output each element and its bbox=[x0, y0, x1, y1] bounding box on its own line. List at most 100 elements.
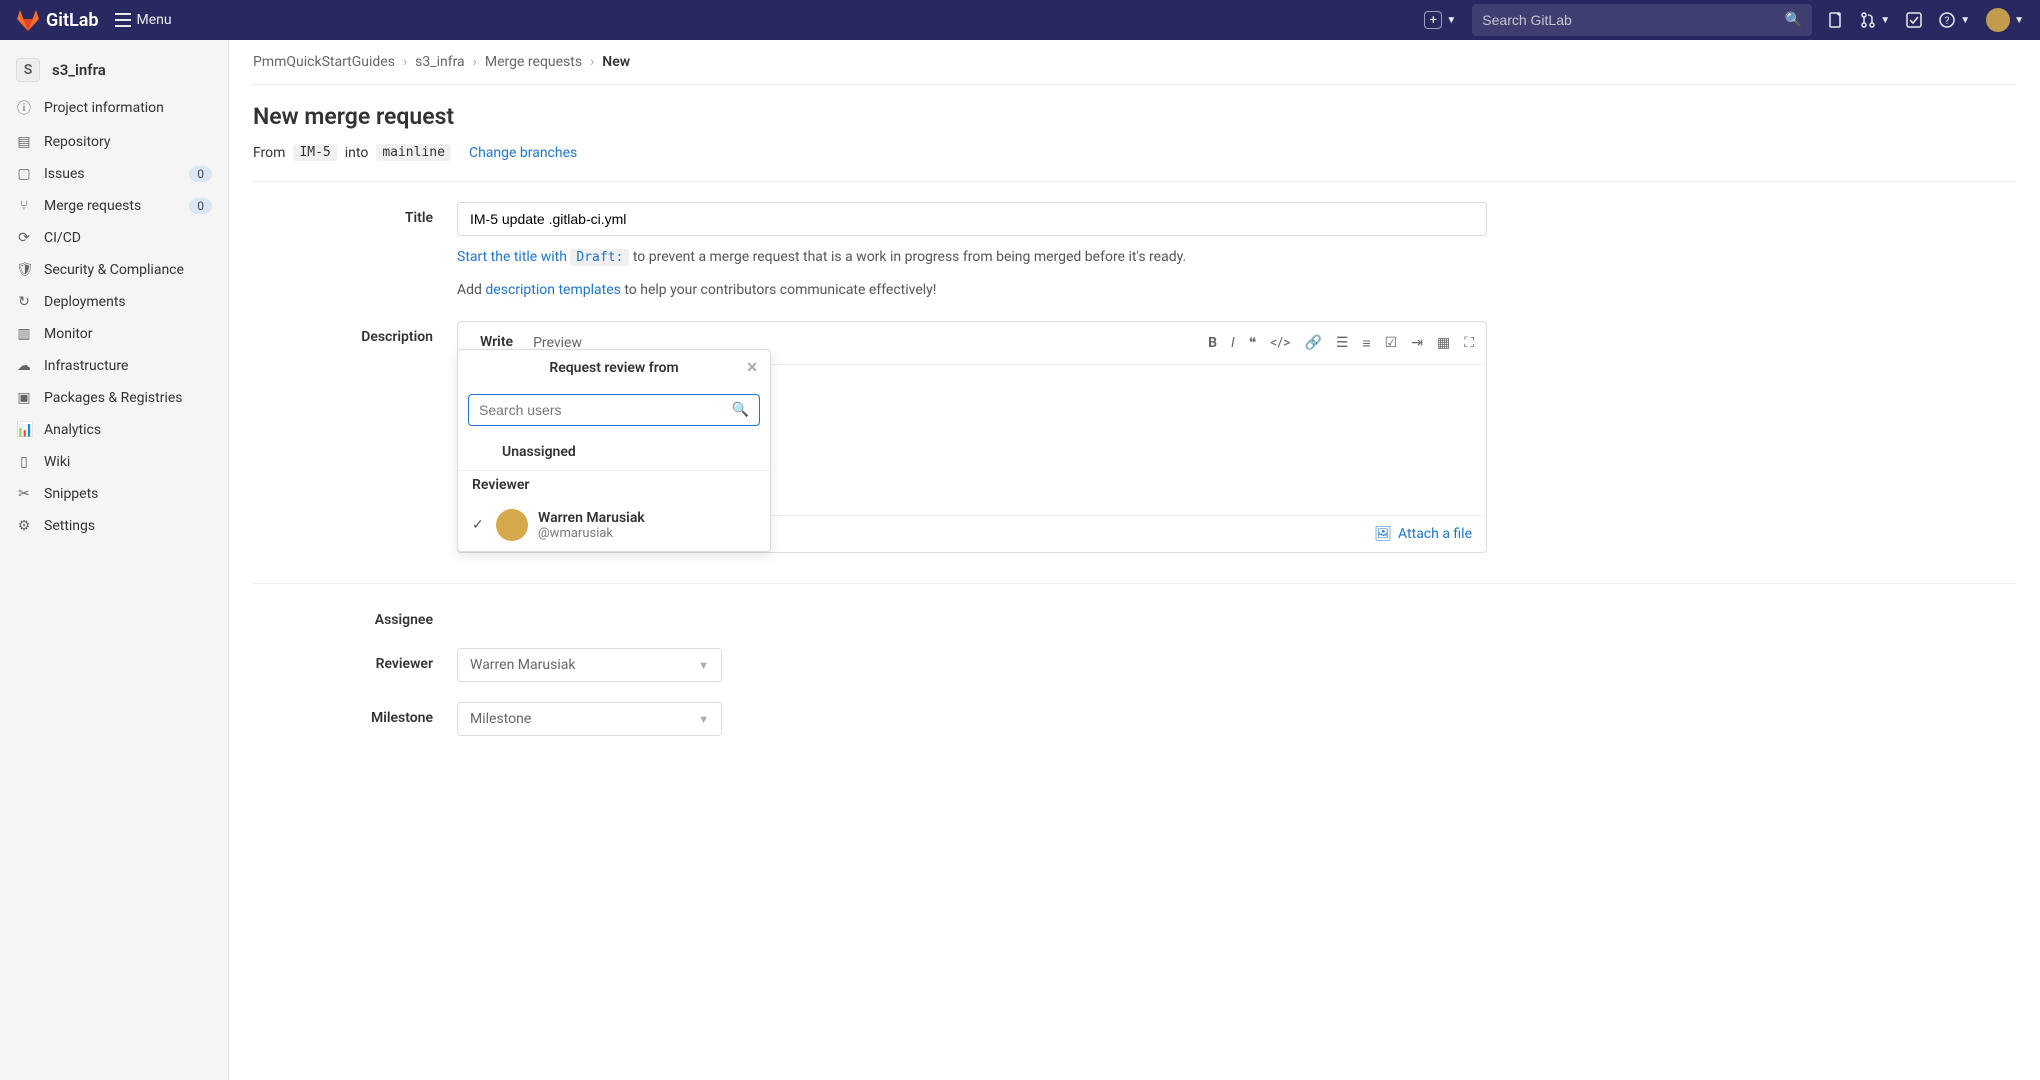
sidebar-item-repository[interactable]: ▤Repository bbox=[0, 126, 228, 158]
check-square-icon bbox=[1906, 12, 1922, 28]
document-icon bbox=[1828, 12, 1844, 28]
branch-info-line: From IM-5 into mainline Change branches bbox=[253, 144, 2016, 182]
sidebar-item-settings[interactable]: ⚙Settings bbox=[0, 510, 228, 542]
book-icon: ▯ bbox=[16, 454, 32, 470]
menu-label: Menu bbox=[137, 12, 172, 28]
sidebar-item-label: Infrastructure bbox=[44, 358, 128, 374]
user-avatar bbox=[1986, 8, 2010, 32]
attach-file-label: Attach a file bbox=[1398, 526, 1472, 542]
create-new-dropdown[interactable]: + ▼ bbox=[1424, 11, 1456, 29]
chevron-down-icon: ▼ bbox=[1880, 15, 1890, 26]
link-icon[interactable]: 🔗 bbox=[1304, 335, 1321, 352]
chart-icon: 📊 bbox=[16, 422, 32, 438]
top-navbar: GitLab Menu + ▼ 🔍 ▼ ? ▼ bbox=[0, 0, 2040, 40]
global-search[interactable]: 🔍 bbox=[1472, 4, 1812, 36]
reviewer-popover: Request review from ✕ 🔍 Unassigned Revie… bbox=[457, 349, 771, 552]
title-input[interactable] bbox=[457, 202, 1487, 236]
reviewer-select[interactable]: Warren Marusiak ▼ bbox=[457, 648, 722, 682]
target-branch: mainline bbox=[376, 144, 451, 161]
sidebar-item-merge-requests[interactable]: ⑂Merge requests0 bbox=[0, 190, 228, 222]
breadcrumb-section[interactable]: Merge requests bbox=[485, 54, 582, 70]
search-input[interactable] bbox=[1482, 12, 1785, 28]
user-search-input[interactable] bbox=[479, 402, 732, 418]
from-label: From bbox=[253, 145, 285, 161]
popover-title: Request review from bbox=[549, 360, 678, 376]
main-content: PmmQuickStartGuides › s3_infra › Merge r… bbox=[229, 40, 2040, 1080]
chevron-right-icon: › bbox=[473, 54, 477, 70]
reviewer-label: Reviewer bbox=[253, 648, 433, 672]
draft-hint-suffix: to prevent a merge request that is a wor… bbox=[629, 249, 1186, 265]
cicd-icon: ⟳ bbox=[16, 230, 32, 246]
table-icon[interactable]: ▦ bbox=[1437, 335, 1450, 352]
merge-icon: ⑂ bbox=[16, 198, 32, 214]
unassigned-option[interactable]: Unassigned bbox=[458, 434, 770, 470]
user-menu[interactable]: ▼ bbox=[1986, 8, 2024, 32]
draft-hint-link[interactable]: Start the title with bbox=[457, 249, 570, 265]
help-dropdown[interactable]: ? ▼ bbox=[1938, 11, 1970, 29]
task-list-icon[interactable]: ☑ bbox=[1385, 335, 1398, 352]
merge-requests-dropdown[interactable]: ▼ bbox=[1860, 12, 1890, 28]
breadcrumb: PmmQuickStartGuides › s3_infra › Merge r… bbox=[253, 40, 2016, 85]
breadcrumb-current: New bbox=[602, 54, 630, 70]
menu-button[interactable]: Menu bbox=[115, 12, 172, 28]
gitlab-logo[interactable]: GitLab bbox=[16, 8, 99, 32]
chevron-down-icon: ▼ bbox=[1446, 15, 1456, 26]
sidebar-item-snippets[interactable]: ✂Snippets bbox=[0, 478, 228, 510]
divider bbox=[253, 583, 2016, 584]
sidebar-item-cicd[interactable]: ⟳CI/CD bbox=[0, 222, 228, 254]
assignee-label: Assignee bbox=[253, 604, 433, 628]
sidebar-item-label: Issues bbox=[44, 166, 85, 182]
breadcrumb-group[interactable]: PmmQuickStartGuides bbox=[253, 54, 395, 70]
bold-icon[interactable]: B bbox=[1208, 335, 1217, 352]
issues-icon[interactable] bbox=[1828, 12, 1844, 28]
user-search-box[interactable]: 🔍 bbox=[468, 394, 760, 426]
numbered-list-icon[interactable]: ≡ bbox=[1362, 335, 1370, 352]
description-label: Description bbox=[253, 321, 433, 345]
reviewer-user-option[interactable]: ✓ Warren Marusiak @wmarusiak bbox=[458, 499, 770, 551]
indent-icon[interactable]: ⇥ bbox=[1411, 335, 1423, 352]
source-branch: IM-5 bbox=[293, 144, 336, 161]
sidebar-item-label: Merge requests bbox=[44, 198, 141, 214]
info-icon: ⓘ bbox=[16, 98, 32, 118]
sidebar-item-wiki[interactable]: ▯Wiki bbox=[0, 446, 228, 478]
reviewer-section-label: Reviewer bbox=[458, 470, 770, 499]
cloud-icon: ☁ bbox=[16, 358, 32, 374]
quote-icon[interactable]: ❝ bbox=[1249, 335, 1257, 352]
chevron-down-icon: ▼ bbox=[1960, 15, 1970, 26]
sidebar-item-monitor[interactable]: ▥ Monitor bbox=[0, 318, 228, 350]
check-icon: ✓ bbox=[472, 517, 486, 533]
rocket-icon: ↻ bbox=[16, 294, 32, 310]
search-icon: 🔍 bbox=[732, 402, 749, 418]
sidebar-item-deployments[interactable]: ↻ Deployments bbox=[0, 286, 228, 318]
sidebar-item-label: Analytics bbox=[44, 422, 101, 438]
description-templates-link[interactable]: description templates bbox=[485, 282, 620, 298]
sidebar-item-project-information[interactable]: ⓘProject information bbox=[0, 90, 228, 126]
issues-icon: ▢ bbox=[16, 166, 32, 182]
breadcrumb-project[interactable]: s3_infra bbox=[415, 54, 465, 70]
sidebar-item-packages[interactable]: ▣Packages & Registries bbox=[0, 382, 228, 414]
attach-file-link[interactable]: 🖼 Attach a file bbox=[1374, 526, 1472, 542]
monitor-icon: ▥ bbox=[16, 326, 32, 342]
sidebar-item-infrastructure[interactable]: ☁ Infrastructure bbox=[0, 350, 228, 382]
bullet-list-icon[interactable]: ☰ bbox=[1336, 335, 1349, 352]
sidebar-item-security[interactable]: 🛡Security & Compliance bbox=[0, 254, 228, 286]
sidebar-item-issues[interactable]: ▢Issues0 bbox=[0, 158, 228, 190]
sidebar-item-analytics[interactable]: 📊 Analytics bbox=[0, 414, 228, 446]
todos-icon[interactable] bbox=[1906, 12, 1922, 28]
italic-icon[interactable]: I bbox=[1231, 335, 1235, 352]
milestone-label: Milestone bbox=[253, 702, 433, 726]
sidebar: S s3_infra ⓘProject information ▤Reposit… bbox=[0, 40, 229, 1080]
user-name: Warren Marusiak bbox=[538, 510, 645, 526]
change-branches-link[interactable]: Change branches bbox=[469, 145, 577, 161]
milestone-select[interactable]: Milestone ▼ bbox=[457, 702, 722, 736]
sidebar-item-label: Monitor bbox=[44, 326, 93, 342]
project-name: s3_infra bbox=[52, 61, 106, 79]
close-icon[interactable]: ✕ bbox=[746, 360, 758, 376]
fullscreen-icon[interactable]: ⛶ bbox=[1464, 335, 1474, 352]
sidebar-project-header[interactable]: S s3_infra bbox=[0, 50, 228, 90]
editor-toolbar: B I ❝ </> 🔗 ☰ ≡ ☑ ⇥ ▦ ⛶ bbox=[1208, 335, 1474, 352]
code-icon[interactable]: </> bbox=[1270, 335, 1290, 352]
sidebar-item-label: Deployments bbox=[44, 294, 126, 310]
title-label: Title bbox=[253, 202, 433, 226]
svg-text:?: ? bbox=[1945, 16, 1950, 27]
